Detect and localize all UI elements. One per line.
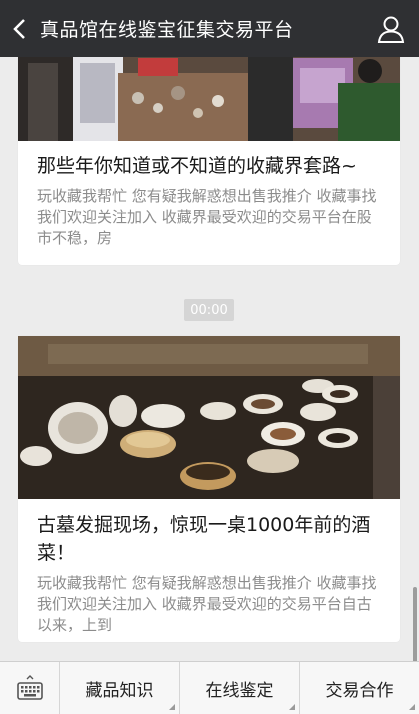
article-photo-antique-market bbox=[18, 57, 400, 141]
scrollbar[interactable] bbox=[413, 587, 417, 661]
article-title: 那些年你知道或不知道的收藏界套路~ bbox=[37, 155, 357, 177]
keyboard-toggle-button[interactable] bbox=[0, 662, 60, 714]
article-title: 古墓发掘现场，惊现一桌1000年前的酒菜！ bbox=[37, 514, 371, 564]
menu-label: 在线鉴定 bbox=[205, 680, 274, 701]
submenu-indicator-icon bbox=[169, 704, 175, 710]
menu-label: 藏品知识 bbox=[85, 680, 154, 701]
top-bar: 真品馆在线鉴宝征集交易平台 bbox=[0, 0, 419, 57]
page-title: 真品馆在线鉴宝征集交易平台 bbox=[40, 19, 294, 41]
menu-online-appraisal[interactable]: 在线鉴定 bbox=[180, 662, 300, 714]
submenu-indicator-icon bbox=[409, 704, 415, 710]
article-card[interactable]: 那些年你知道或不知道的收藏界套路~ 玩收藏我帮忙 您有疑我解惑想出售我推介 收藏… bbox=[18, 57, 400, 265]
message-timestamp: 00:00 bbox=[184, 299, 234, 321]
menu-label: 交易合作 bbox=[325, 680, 394, 701]
message-list[interactable]: 那些年你知道或不知道的收藏界套路~ 玩收藏我帮忙 您有疑我解惑想出售我推介 收藏… bbox=[0, 57, 419, 661]
back-arrow-icon bbox=[13, 18, 25, 39]
menu-trade-cooperation[interactable]: 交易合作 bbox=[300, 662, 419, 714]
profile-button[interactable] bbox=[377, 15, 405, 43]
submenu-indicator-icon bbox=[289, 704, 295, 710]
menu-collection-knowledge[interactable]: 藏品知识 bbox=[60, 662, 180, 714]
article-card[interactable]: 古墓发掘现场，惊现一桌1000年前的酒菜！ 玩收藏我帮忙 您有疑我解惑想出售我推… bbox=[18, 336, 400, 642]
article-photo-tomb-bowls bbox=[18, 336, 400, 499]
keyboard-icon bbox=[16, 675, 43, 700]
article-description: 玩收藏我帮忙 您有疑我解惑想出售我推介 收藏事找我们欢迎关注加入 收藏界最受欢迎… bbox=[37, 574, 377, 634]
back-button[interactable] bbox=[0, 0, 40, 57]
bottom-menu-bar: 藏品知识 在线鉴定 交易合作 bbox=[0, 661, 419, 714]
user-icon bbox=[377, 16, 405, 43]
article-description: 玩收藏我帮忙 您有疑我解惑想出售我推介 收藏事找我们欢迎关注加入 收藏界最受欢迎… bbox=[37, 187, 377, 247]
